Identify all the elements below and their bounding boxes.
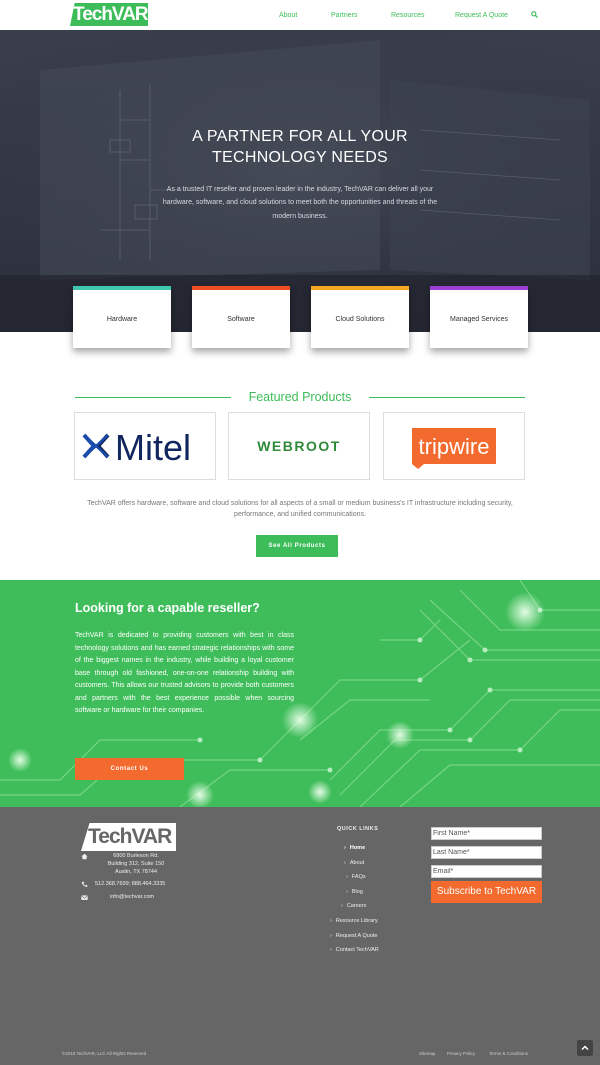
chevron-up-icon [581, 1045, 589, 1051]
back-to-top-button[interactable] [577, 1040, 593, 1056]
footer-phone[interactable]: 512.368.7699; 888.464.3335 [95, 881, 165, 887]
quick-link-blog[interactable]: Blog [346, 889, 363, 895]
address-line-1: 6800 Burleson Rd. [113, 853, 159, 859]
reseller-description: TechVAR is dedicated to providing custom… [75, 632, 294, 714]
quick-link-about[interactable]: About [344, 860, 364, 866]
copyright-text: ©2018 TechVAR, LLC All Rights Reserved [62, 1051, 147, 1056]
terms-conditions-link[interactable]: Terms & Conditions [489, 1051, 528, 1056]
service-card-cloud-solutions[interactable]: Cloud Solutions [311, 286, 409, 348]
nav-request-quote[interactable]: Request A Quote [455, 12, 508, 19]
see-all-products-button[interactable]: See All Products [256, 535, 338, 557]
product-card-webroot[interactable]: WEBROOT [228, 412, 370, 480]
quick-link-home[interactable]: Home [344, 845, 365, 851]
nav-partners[interactable]: Partners [331, 12, 357, 19]
service-card-managed-services[interactable]: Managed Services [430, 286, 528, 348]
hero-title-line1: A PARTNER FOR ALL YOUR [192, 128, 408, 145]
hero-title: A PARTNER FOR ALL YOUR TECHNOLOGY NEEDS [150, 126, 450, 168]
quick-links-title: QUICK LINKS [337, 826, 379, 832]
hero-description: As a trusted IT reseller and proven lead… [162, 186, 438, 220]
home-icon [81, 853, 88, 860]
email-field[interactable] [431, 865, 542, 878]
mitel-logo: Mitel [82, 427, 191, 468]
phone-icon [81, 881, 88, 887]
contact-us-button[interactable]: Contact Us [75, 758, 184, 780]
search-icon[interactable] [531, 11, 538, 18]
hero-title-line2: TECHNOLOGY NEEDS [211, 149, 389, 166]
webroot-wordmark: WEBROOT [257, 438, 341, 454]
subscribe-button[interactable]: Subscribe to TechVAR [431, 881, 542, 903]
techvar-logo[interactable]: TechVAR [70, 3, 148, 26]
site-header: TechVAR About Partners Resources Request… [0, 0, 600, 30]
sitemap-link[interactable]: Sitemap [419, 1051, 436, 1056]
featured-products-title: Featured Products [248, 390, 352, 404]
tripwire-logo: tripwire [412, 428, 496, 469]
service-card-hardware[interactable]: Hardware [73, 286, 171, 348]
quick-link-faqs[interactable]: FAQs [346, 874, 366, 880]
footer-techvar-logo[interactable]: TechVAR [81, 823, 176, 851]
address-line-2: Building 312, Suite 150 [107, 861, 165, 867]
mitel-wordmark: Mitel [115, 427, 191, 468]
nav-resources[interactable]: Resources [391, 12, 424, 19]
footer-address: 6800 Burleson Rd. Building 312, Suite 15… [104, 852, 168, 876]
webroot-logo: WEBROOT [257, 438, 341, 454]
quick-link-contact-techvar[interactable]: Contact TechVAR [330, 947, 379, 953]
tripwire-wordmark: tripwire [419, 434, 490, 459]
quick-link-request-quote[interactable]: Request A Quote [330, 933, 378, 939]
nav-about[interactable]: About [279, 12, 297, 19]
footer-email[interactable]: info@techvar.com [110, 894, 154, 900]
address-line-3: Austin, TX 78744 [114, 869, 158, 875]
service-card-software[interactable]: Software [192, 286, 290, 348]
quick-link-resource-library[interactable]: Resource Library [330, 918, 378, 924]
quick-link-careers[interactable]: Careers [341, 903, 367, 909]
envelope-icon [81, 895, 88, 900]
site-footer: TechVAR 6800 Burleson Rd. Building 312, … [0, 807, 600, 1065]
featured-description: TechVAR offers hardware, software and cl… [87, 500, 513, 518]
privacy-policy-link[interactable]: Privacy Policy [447, 1051, 475, 1056]
last-name-field[interactable] [431, 846, 542, 859]
product-card-tripwire[interactable]: tripwire [383, 412, 525, 480]
reseller-title: Looking for a capable reseller? [75, 601, 260, 615]
first-name-field[interactable] [431, 827, 542, 840]
product-card-mitel[interactable]: Mitel [74, 412, 216, 480]
reseller-section: Looking for a capable reseller? TechVAR … [0, 580, 600, 807]
